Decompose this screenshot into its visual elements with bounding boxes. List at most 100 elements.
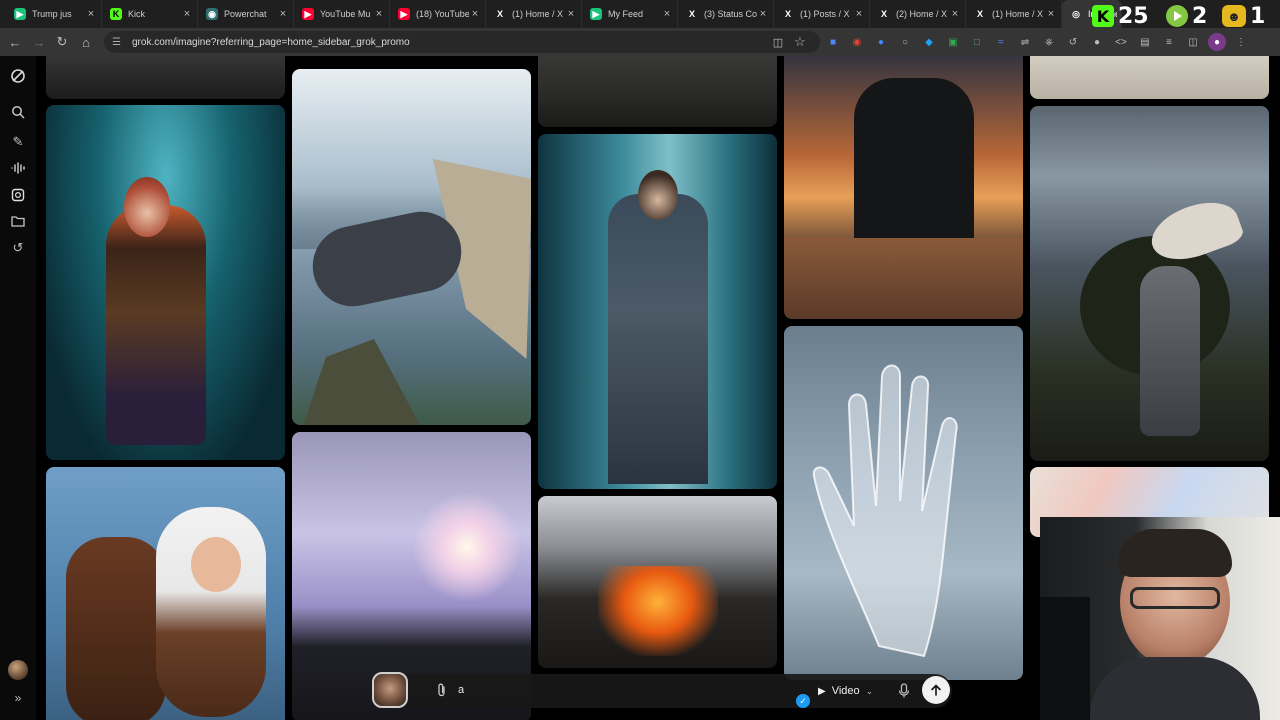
- browser-tab[interactable]: ▶ My Feed ×: [582, 0, 678, 28]
- browser-tab-title: (1) Posts / X: [800, 9, 850, 19]
- extensions-bar: ■ ◉ ● ○ ◆ ▣ □ ≈ ⇌ ⎈ ↺ ● <> ▤ ≡ ◫ ● ⋮: [824, 32, 1250, 52]
- gallery-image-man-in-coat[interactable]: [538, 134, 777, 489]
- stream-overlay: K 25 2 ☻ 1: [1092, 3, 1280, 29]
- extension-icon[interactable]: ○: [896, 33, 914, 51]
- extensions-puzzle-icon[interactable]: ⎈: [1040, 33, 1058, 51]
- youtube-music-icon: ▶: [302, 8, 314, 20]
- microphone-icon[interactable]: [898, 683, 914, 699]
- close-tab-icon[interactable]: ×: [1045, 8, 1057, 20]
- x-icon: X: [688, 9, 695, 19]
- close-tab-icon[interactable]: ×: [565, 8, 577, 20]
- extension-icon[interactable]: ◆: [920, 33, 938, 51]
- new-chat-icon[interactable]: ✎: [8, 132, 28, 152]
- browser-tab[interactable]: ▶ YouTube Mu ×: [294, 0, 390, 28]
- x-icon: X: [976, 9, 983, 19]
- browser-tab-title: Trump jus: [32, 9, 72, 19]
- site-info-icon[interactable]: ☰: [112, 37, 124, 48]
- home-icon[interactable]: ⌂: [74, 30, 98, 54]
- youtube-icon: ▶: [398, 8, 410, 20]
- extension-icon[interactable]: ◫: [1184, 33, 1202, 51]
- voice-icon[interactable]: [8, 158, 28, 178]
- imagine-icon[interactable]: [8, 185, 28, 205]
- browser-tab[interactable]: X (1) Home / X ×: [966, 0, 1062, 28]
- verified-badge-icon: ✓: [796, 694, 810, 708]
- back-icon[interactable]: ←: [3, 30, 27, 54]
- play-icon: ▶: [14, 8, 26, 20]
- extension-icon[interactable]: ◉: [848, 33, 866, 51]
- extension-icon[interactable]: ●: [1088, 33, 1106, 51]
- close-tab-icon[interactable]: ×: [181, 8, 193, 20]
- search-icon[interactable]: [8, 102, 28, 122]
- extension-icon[interactable]: ≡: [1160, 33, 1178, 51]
- bookmark-star-icon[interactable]: ☆: [788, 30, 812, 54]
- x-icon: X: [496, 9, 503, 19]
- browser-tab[interactable]: X (2) Home / X ×: [870, 0, 966, 28]
- gallery-image-hooded-figure-sunset[interactable]: [784, 56, 1023, 319]
- expand-sidebar-icon[interactable]: »: [8, 688, 28, 708]
- gallery-image-glass-hand[interactable]: [784, 326, 1023, 680]
- user-avatar[interactable]: [8, 660, 28, 680]
- browser-tab[interactable]: K Kick ×: [102, 0, 198, 28]
- browser-menu-icon[interactable]: ⋮: [1232, 33, 1250, 51]
- close-tab-icon[interactable]: ×: [661, 8, 673, 20]
- browser-tab-title: Powerchat: [224, 9, 267, 19]
- close-tab-icon[interactable]: ×: [949, 8, 961, 20]
- extension-icon[interactable]: ≈: [992, 33, 1010, 51]
- rumble-viewer-count: 2: [1192, 3, 1208, 29]
- extension-icon[interactable]: □: [968, 33, 986, 51]
- gallery-image-underwater-warrior[interactable]: [46, 105, 285, 460]
- projects-folder-icon[interactable]: [8, 211, 28, 231]
- browser-tab-title: (1) Home / X: [992, 9, 1044, 19]
- history-icon[interactable]: ↺: [1064, 33, 1082, 51]
- devtools-icon[interactable]: <>: [1112, 33, 1130, 51]
- browser-tab-title: (1) Home / X: [512, 9, 564, 19]
- close-tab-icon[interactable]: ×: [277, 8, 289, 20]
- gallery-image-baby-cow-costume[interactable]: [46, 467, 285, 720]
- gallery-image-armored-knight[interactable]: [1030, 106, 1269, 461]
- extension-icon[interactable]: ⇌: [1016, 33, 1034, 51]
- close-tab-icon[interactable]: ×: [853, 8, 865, 20]
- close-tab-icon[interactable]: ×: [373, 8, 385, 20]
- mascot-icon: ☻: [1222, 5, 1246, 27]
- prompt-composer: a ✓ ▶ Video ⌄: [372, 672, 952, 708]
- other-viewer-count: 1: [1250, 3, 1266, 29]
- profile-avatar-icon[interactable]: ●: [1208, 33, 1226, 51]
- x-icon: X: [880, 9, 887, 19]
- prompt-input[interactable]: a: [458, 684, 758, 698]
- browser-tab-title: (3) Status Co: [704, 9, 757, 19]
- browser-tab[interactable]: ▶ Trump jus ×: [6, 0, 102, 28]
- browser-tab-title: (2) Home / X: [896, 9, 948, 19]
- gallery-image-dark-water[interactable]: [538, 56, 777, 127]
- gallery-image-dragon-mountains[interactable]: [292, 69, 531, 425]
- extension-icon[interactable]: ■: [824, 33, 842, 51]
- browser-tab[interactable]: X (1) Posts / X ×: [774, 0, 870, 28]
- forward-icon[interactable]: →: [27, 30, 51, 54]
- mode-select-button[interactable]: ▶ Video ⌄: [818, 680, 884, 702]
- gallery-image-volcano-lava[interactable]: [538, 496, 777, 668]
- rumble-icon: [1166, 5, 1188, 27]
- reading-list-icon[interactable]: ▤: [1136, 33, 1154, 51]
- grok-logo-icon[interactable]: [8, 66, 28, 86]
- attachment-thumbnail[interactable]: [372, 672, 408, 708]
- close-tab-icon[interactable]: ×: [469, 8, 481, 20]
- gallery-image-top-clipped[interactable]: [46, 56, 285, 99]
- webcam-overlay: [1040, 517, 1280, 720]
- install-app-icon[interactable]: ◫: [766, 30, 790, 54]
- browser-tab-title: YouTube Mu: [320, 9, 371, 19]
- browser-tab[interactable]: ◉ Powerchat ×: [198, 0, 294, 28]
- history-icon[interactable]: ↺: [8, 238, 28, 258]
- attach-paperclip-icon[interactable]: [436, 683, 450, 699]
- gallery-image-top-right-clipped[interactable]: [1030, 56, 1269, 99]
- extension-icon[interactable]: ●: [872, 33, 890, 51]
- browser-tab[interactable]: X (1) Home / X ×: [486, 0, 582, 28]
- close-tab-icon[interactable]: ×: [85, 8, 97, 20]
- browser-tab[interactable]: X (3) Status Co ×: [678, 0, 774, 28]
- close-tab-icon[interactable]: ×: [757, 8, 769, 20]
- address-bar[interactable]: ☰ grok.com/imagine?referring_page=home_s…: [104, 31, 820, 53]
- play-icon: ▶: [590, 8, 602, 20]
- extension-icon[interactable]: ▣: [944, 33, 962, 51]
- reload-icon[interactable]: ↻: [50, 30, 74, 54]
- browser-tab[interactable]: ▶ (18) YouTube ×: [390, 0, 486, 28]
- submit-button[interactable]: [922, 676, 950, 704]
- browser-toolbar: ← → ↻ ⌂ ☰ grok.com/imagine?referring_pag…: [0, 28, 1280, 56]
